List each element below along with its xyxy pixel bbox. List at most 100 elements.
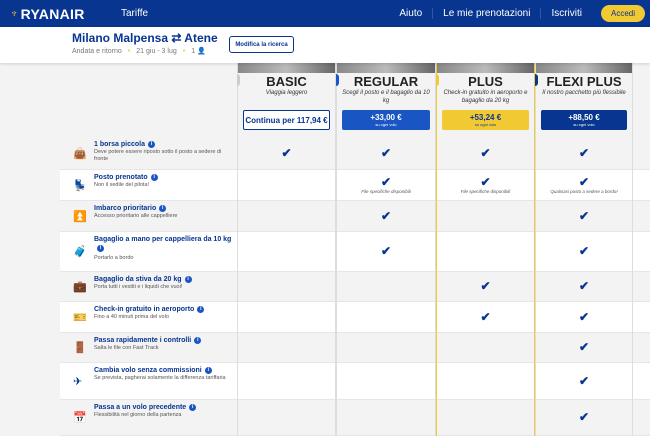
check-icon: ✔ [380, 174, 392, 189]
check-icon: ✔ [281, 145, 292, 160]
check-icon: ✔ [578, 174, 590, 189]
fare-name: PLUS [468, 74, 503, 89]
info-icon[interactable]: i [147, 140, 155, 148]
flight-change-icon: ✈ [73, 375, 83, 388]
search-summary: Milano Malpensa ⇄ Atene Andata e ritorno… [0, 27, 650, 63]
feature-description: Accesso prioritario alle cappelliere [94, 213, 178, 219]
fare-select-button[interactable]: +33,00 € su ogni volo [342, 110, 430, 130]
fare-select-button[interactable]: +53,24 € su ogni volo [442, 110, 529, 130]
feature-title: Passa a un volo precedente [94, 404, 187, 411]
top-nav-bar: ♆ RYANAIR Tariffe Aiuto Le mie prenotazio… [0, 0, 650, 27]
fare-select-button[interactable]: +88,50 € su ogni volo [541, 110, 627, 130]
feature-row: ⏫ Imbarco prioritario i Accesso prioritar… [60, 201, 237, 232]
feature-title: Cambia volo senza commissioni [94, 367, 202, 374]
check-icon: ✔ [578, 410, 590, 424]
check-icon: ✔ [578, 309, 590, 324]
feature-title: Bagaglio a mano per cappelliera da 10 kg [94, 236, 232, 243]
feature-description: Fino a 40 minuti prima del volo [94, 314, 169, 320]
cabin-bag-icon: 🧳 [73, 246, 87, 258]
fare-name: FLEXI PLUS [546, 74, 622, 89]
feature-description: Deve potere essere riposto sotto il post… [94, 149, 222, 162]
feature-row: 💺 Posto prenotato i Non il sedile del pil… [60, 170, 237, 201]
harp-icon: ♆ [10, 8, 19, 20]
fare-tagline: Scegli il posto e il bagaglio da 10 kg [342, 90, 430, 104]
route-title: Milano Malpensa ⇄ Atene [72, 31, 218, 45]
person-icon: 👤 [197, 48, 206, 55]
fare-select-button[interactable]: Continua per 117,94 € [243, 110, 330, 130]
check-icon: ✔ [578, 244, 590, 258]
fare-name: REGULAR [353, 74, 419, 89]
feature-row: 📅 Passa a un volo precedente i Flessibili… [60, 400, 237, 436]
nav-links: Aiuto Le mie prenotazioni Iscriviti [389, 8, 592, 19]
fare-tagline: Il nostro pacchetto più flessibile [542, 90, 626, 96]
fare-feature-note: Qualsiasi posto a sedere a bordo! [550, 188, 618, 194]
feature-title: 1 borsa piccola [94, 141, 145, 148]
trip-type: Andata e ritorno [72, 47, 122, 55]
info-icon[interactable]: i [189, 403, 197, 411]
feature-title: Posto prenotato [94, 174, 148, 181]
login-button[interactable]: Accedi [601, 5, 645, 22]
info-icon[interactable]: i [194, 336, 202, 344]
fare-column-plus: PLUS Check-in gratuito in aeroporto e ba… [436, 63, 535, 436]
nav-bookings[interactable]: Le mie prenotazioni [432, 8, 540, 19]
calendar-icon: 📅 [73, 412, 87, 424]
feature-row: 🎫 Check-in gratuito in aeroporto i Fino a… [60, 302, 237, 333]
fare-column-basic: BASIC Viaggia leggero Continua per 117,9… [237, 63, 336, 436]
ryanair-logo[interactable]: ♆ RYANAIR [10, 6, 85, 22]
feature-description: Flessibilità nel giorno della partenza [94, 412, 182, 418]
feature-description: Porta tutti i vestiti e i liquidi che vu… [94, 284, 183, 290]
fare-price: +53,24 € [469, 113, 502, 122]
nav-aiuto[interactable]: Aiuto [389, 8, 432, 19]
info-icon[interactable]: i [150, 173, 158, 181]
checkin-icon: 🎫 [73, 311, 87, 324]
check-icon: ✔ [380, 208, 392, 223]
check-icon: ✔ [578, 145, 590, 160]
info-icon[interactable]: i [97, 244, 104, 252]
info-icon[interactable]: i [184, 275, 192, 283]
trip-dates: 21 giu - 3 lug [136, 47, 177, 55]
fare-name: BASIC [266, 74, 307, 89]
feature-row: 🧳 Bagaglio a mano per cappelliera da 10 … [60, 232, 237, 272]
fare-feature-note: File specifiche disponibili [460, 188, 511, 194]
check-icon: ✔ [480, 309, 491, 324]
nav-signup[interactable]: Iscriviti [540, 8, 592, 19]
info-icon[interactable]: i [204, 366, 212, 374]
fare-feature-note: File specifiche disponibili [361, 188, 411, 194]
fare-image [337, 63, 435, 73]
fare-price: Continua per 117,94 € [245, 115, 328, 125]
feature-row: 👜 1 borsa piccola i Deve potere essere ri… [60, 137, 237, 170]
feature-row: 💼 Bagaglio da stiva da 20 kg i Porta tutt… [60, 272, 237, 302]
fare-price-sub: su ogni volo [474, 122, 497, 127]
trip-meta: Andata e ritorno • 21 giu - 3 lug • 1 👤 [72, 47, 206, 56]
fare-image [238, 63, 335, 73]
nav-tariffe[interactable]: Tariffe [121, 8, 148, 19]
fare-price-sub: su ogni volo [375, 122, 397, 127]
feature-row: ✈ Cambia volo senza commissioni i Se prev… [60, 363, 237, 400]
feature-title: Check-in gratuito in aeroporto [94, 306, 195, 313]
fare-price-sub: su ogni volo [573, 122, 595, 127]
check-icon: ✔ [380, 244, 392, 258]
priority-icon: ⏫ [73, 210, 87, 223]
info-icon[interactable]: i [159, 204, 167, 212]
fare-tagline: Check-in gratuito in aeroporto e bagagli… [443, 90, 528, 104]
fare-image [536, 63, 632, 73]
passenger-count: 1 [191, 48, 196, 55]
info-icon[interactable]: i [197, 305, 205, 313]
modify-search-button[interactable]: Modifica la ricerca [229, 36, 294, 53]
check-icon: ✔ [480, 145, 491, 160]
fast-track-icon: 🚪 [73, 342, 87, 354]
fare-tagline: Viaggia leggero [265, 90, 308, 96]
feature-description: Non il sedile del pilota! [94, 182, 150, 188]
check-icon: ✔ [480, 279, 491, 293]
feature-description: Portarlo a bordo [94, 255, 134, 261]
check-icon: ✔ [380, 145, 392, 160]
logo-text: RYANAIR [20, 6, 85, 22]
feature-title: Imbarco prioritario [94, 205, 157, 212]
fare-price: +88,50 € [568, 113, 600, 122]
feature-row: 🚪 Passa rapidamente i controlli i Salta l… [60, 333, 237, 363]
feature-title: Passa rapidamente i controlli [94, 337, 192, 344]
feature-title: Bagaglio da stiva da 20 kg [94, 276, 182, 283]
check-icon: ✔ [578, 208, 590, 223]
check-icon: ✔ [480, 174, 491, 189]
check-icon: ✔ [578, 373, 590, 388]
